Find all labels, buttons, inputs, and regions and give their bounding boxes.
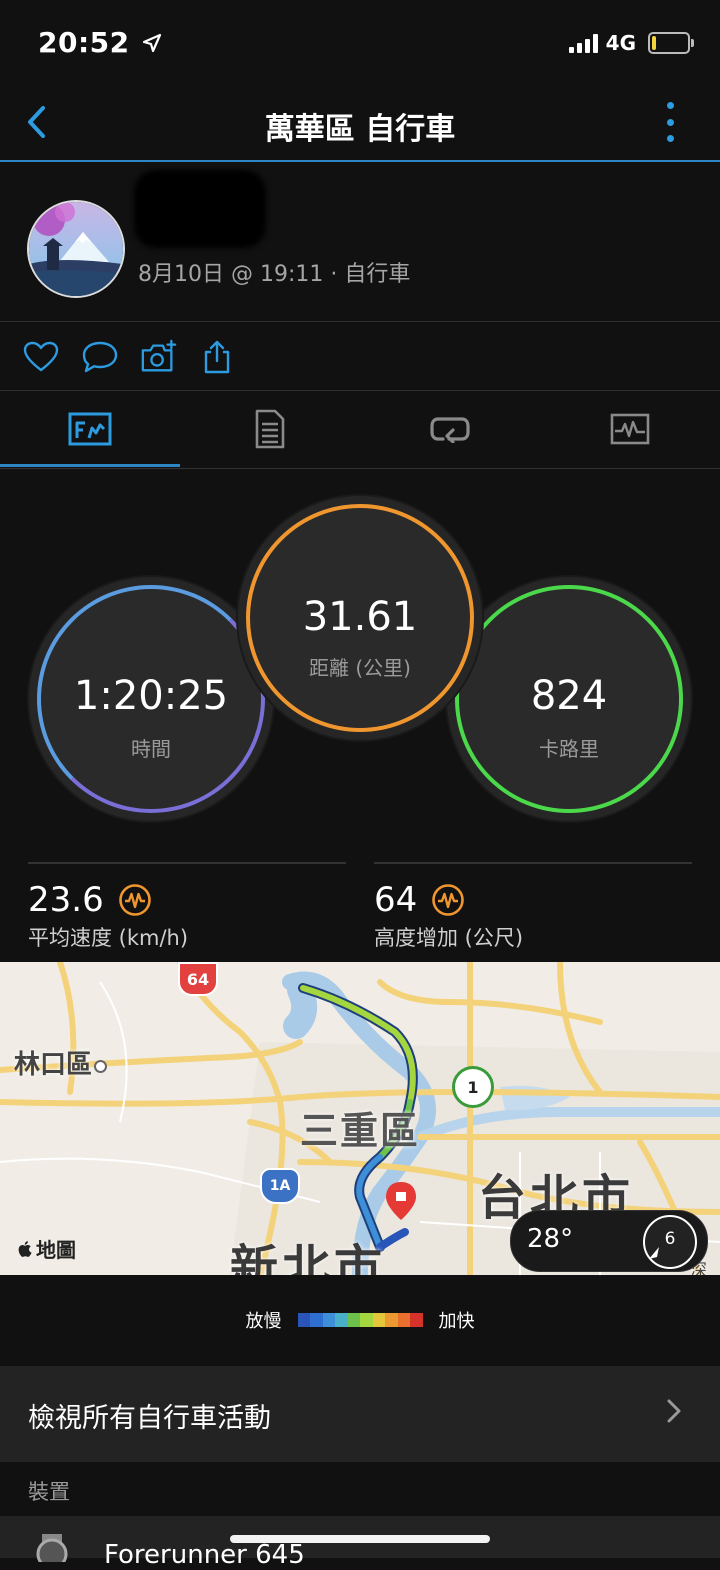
legend-color-segment [297, 1313, 310, 1327]
calories-label: 卡路里 [539, 737, 599, 761]
legend-color-segment [335, 1313, 348, 1327]
comment-button[interactable] [81, 338, 119, 376]
view-all-rides-row[interactable]: 檢視所有自行車活動 [0, 1366, 720, 1462]
page-title: 萬華區 自行車 [264, 112, 456, 147]
tab-details[interactable] [180, 392, 360, 466]
weather-pill[interactable]: 28° 6 [510, 1210, 708, 1272]
avatar-image [29, 202, 123, 296]
time-value: 1:20:25 [73, 673, 229, 719]
dot-icon [666, 102, 674, 109]
heart-icon [23, 341, 59, 372]
legend-color-segment [410, 1313, 423, 1327]
summary-chart-icon [68, 412, 112, 446]
distance-value: 31.61 [302, 594, 418, 640]
wind-speed: 6 [664, 1229, 676, 1249]
share-button[interactable] [198, 338, 236, 376]
distance-label: 距離 (公里) [309, 656, 411, 680]
time-metric: 1:20:25 時間 [29, 577, 273, 821]
nav-bar: 萬華區 自行車 [0, 86, 720, 162]
status-time: 20:52 [38, 26, 162, 59]
avatar[interactable] [27, 200, 125, 298]
chart-badge-icon [118, 884, 151, 916]
add-photo-button[interactable] [140, 338, 178, 376]
chevron-right-icon [667, 1399, 681, 1423]
speed-legend: 放慢 加快 [0, 1300, 720, 1340]
more-options-button[interactable] [660, 102, 680, 142]
route-map[interactable]: 64 1 1A 林口區 三重區 台北市 新北市 深坑 地圖 28° 6 [0, 962, 720, 1275]
location-arrow-icon [142, 33, 161, 53]
graphs-waveform-icon [610, 413, 650, 445]
speed-gradient-bar [297, 1313, 423, 1327]
tab-laps[interactable] [360, 392, 540, 466]
apple-logo-icon [18, 1240, 32, 1257]
username-redacted [134, 170, 266, 248]
battery-icon [648, 32, 694, 54]
status-indicators: 4G [568, 30, 694, 56]
map-label-linkou-text: 林口區 [14, 1050, 93, 1080]
chevron-left-icon [28, 106, 45, 138]
view-all-rides-label: 檢視所有自行車活動 [28, 1403, 271, 1434]
device-name: Forerunner 645 [104, 1540, 305, 1570]
chart-badge-icon [432, 884, 465, 916]
calories-value: 824 [530, 673, 608, 719]
signal-icon [568, 33, 598, 53]
weather-temperature: 28° [527, 1224, 574, 1254]
elevation-gain-label: 高度增加 (公尺) [374, 926, 524, 950]
network-type: 4G [605, 31, 636, 55]
legend-color-segment [397, 1313, 410, 1327]
share-icon [204, 340, 230, 374]
legend-color-segment [372, 1313, 385, 1327]
elevation-gain-value: 64 [374, 880, 418, 920]
activity-meta: 8月10日 @ 19:11 · 自行車 [138, 262, 411, 287]
legend-color-segment [360, 1313, 373, 1327]
avg-speed-stat[interactable]: 23.6 [28, 880, 152, 920]
laps-loop-icon [430, 417, 470, 443]
like-button[interactable] [22, 338, 60, 376]
dot-icon [666, 118, 674, 126]
divider [0, 390, 720, 391]
tab-summary[interactable] [0, 392, 180, 466]
divider [0, 321, 720, 322]
map-label-new-taipei: 新北市 [230, 1240, 387, 1275]
legend-color-segment [385, 1313, 398, 1327]
legend-fast-label: 加快 [438, 1311, 475, 1332]
comment-icon [82, 341, 118, 373]
details-document-icon [255, 409, 285, 449]
maps-attribution-text: 地圖 [36, 1238, 76, 1262]
calories-metric: 824 卡路里 [447, 577, 691, 821]
divider [28, 862, 346, 864]
divider [374, 862, 692, 864]
distance-metric: 31.61 距離 (公里) [238, 496, 482, 740]
avg-speed-value: 23.6 [28, 880, 104, 920]
status-time-text: 20:52 [38, 26, 130, 59]
camera-add-icon [141, 339, 177, 372]
home-indicator[interactable] [230, 1535, 490, 1543]
legend-slow-label: 放慢 [245, 1311, 282, 1332]
legend-color-segment [347, 1313, 360, 1327]
dot-icon [666, 135, 674, 142]
wind-indicator: 6 [643, 1215, 697, 1269]
elevation-gain-stat[interactable]: 64 [374, 880, 465, 920]
route-1-shield: 1 [452, 1066, 494, 1108]
map-label-sanchong: 三重區 [300, 1109, 421, 1153]
device-section-title: 裝置 [28, 1480, 70, 1504]
tab-selected-indicator [0, 464, 180, 467]
legend-color-segment [310, 1313, 323, 1327]
tab-bar [0, 392, 720, 469]
map-label-linkou: 林口區 [14, 1044, 108, 1081]
legend-color-segment [322, 1313, 335, 1327]
maps-attribution[interactable]: 地圖 [16, 1234, 76, 1263]
highway-64-shield: 64 [178, 962, 218, 996]
avg-speed-label: 平均速度 (km/h) [28, 926, 189, 950]
time-label: 時間 [131, 737, 171, 761]
back-button[interactable] [14, 100, 58, 144]
tab-graphs[interactable] [540, 392, 720, 466]
route-1a-shield: 1A [260, 1168, 300, 1204]
